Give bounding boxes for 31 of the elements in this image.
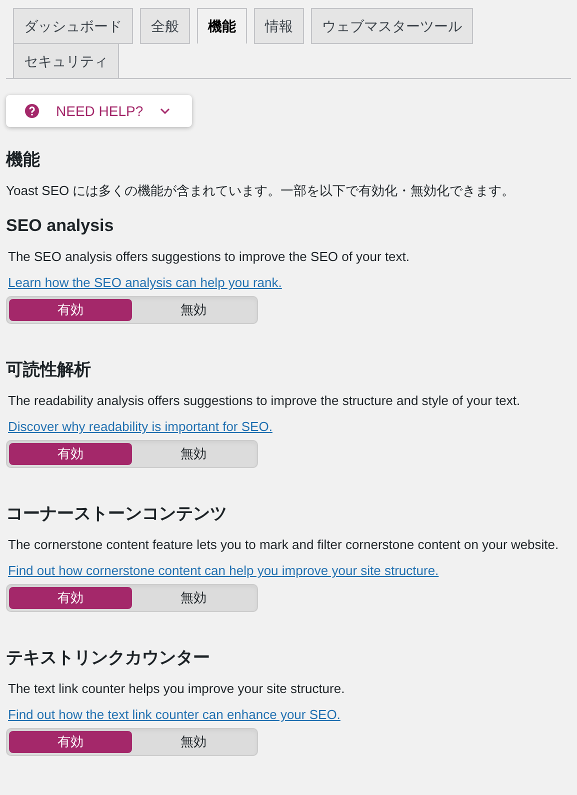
feature-description: The SEO analysis offers suggestions to improve the SEO of your text. Learn how the SEO analysis can help you rank. bbox=[7, 248, 411, 292]
tab[interactable]: 全般 bbox=[140, 8, 190, 44]
toggle-option[interactable]: 有効 bbox=[9, 731, 132, 753]
help-button[interactable]: NEED HELP? bbox=[6, 95, 192, 127]
feature-title: テキストリンクカウンター bbox=[6, 647, 211, 669]
toggle-option[interactable]: 有効 bbox=[9, 587, 132, 609]
intro-text: Yoast SEO には多くの機能が含まれています。一部を以下で有効化・無効化できます。 bbox=[6, 182, 516, 200]
feature-description: The text link counter helps you improve your site structure. Find out how the text link counter can enhance your SEO. bbox=[7, 680, 346, 724]
toggle-option[interactable]: 無効 bbox=[132, 299, 255, 321]
tab[interactable]: ウェブマスターツール bbox=[311, 8, 473, 44]
toggle-option[interactable]: 無効 bbox=[132, 443, 255, 465]
tab[interactable]: セキュリティ bbox=[13, 43, 119, 79]
toggle-option[interactable]: 有効 bbox=[9, 443, 132, 465]
feature-description: The cornerstone content feature lets you to mark and filter cornerstone content on your website. Find out how cornerstone content can help you improve your site structure. bbox=[7, 536, 560, 580]
feature-description: The readability analysis offers suggestions to improve the structure and style of your text. Discover why readability is important for SEO. bbox=[7, 392, 522, 436]
page-title: 機能 bbox=[6, 149, 41, 171]
feature-title: 可読性解析 bbox=[6, 359, 92, 381]
help-icon bbox=[25, 104, 39, 118]
help-link[interactable]: Learn how the SEO analysis can help you rank. bbox=[8, 275, 282, 290]
help-link[interactable]: Find out how the text link counter can enhance your SEO. bbox=[8, 707, 340, 722]
tab[interactable]: 情報 bbox=[254, 8, 304, 44]
tab[interactable]: 機能 bbox=[197, 8, 247, 44]
tab[interactable]: ダッシュボード bbox=[13, 8, 133, 44]
help-link[interactable]: Find out how cornerstone content can help you improve your site structure. bbox=[8, 563, 439, 578]
toggle-option[interactable]: 無効 bbox=[132, 587, 255, 609]
chevron-icon bbox=[160, 108, 170, 114]
toggle-option[interactable]: 有効 bbox=[9, 299, 132, 321]
feature-title: コーナーストーンコンテンツ bbox=[6, 503, 228, 525]
feature-title: SEO analysis bbox=[6, 215, 115, 237]
toggle-option[interactable]: 無効 bbox=[132, 731, 255, 753]
help-link[interactable]: Discover why readability is important for SEO. bbox=[8, 419, 272, 434]
